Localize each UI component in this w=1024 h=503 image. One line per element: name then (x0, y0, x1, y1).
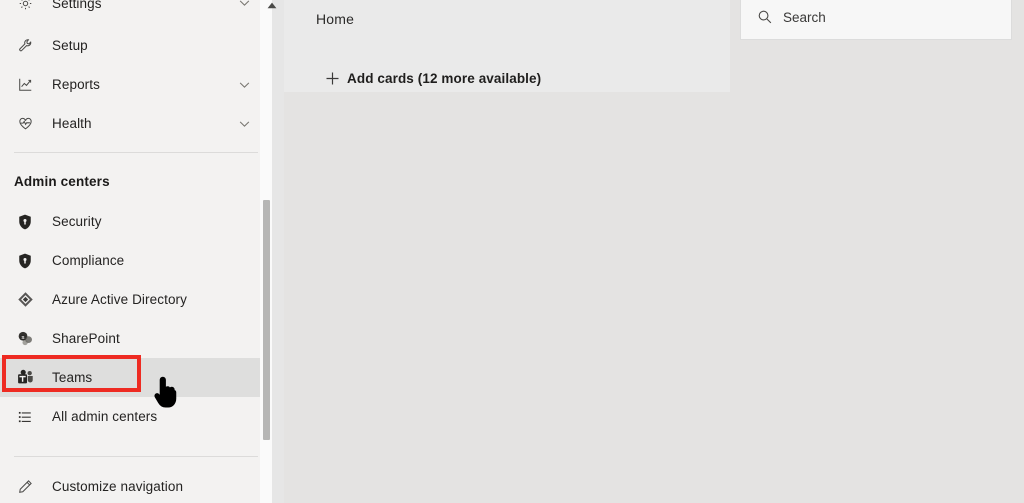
sidebar-item-label: Setup (52, 38, 88, 53)
sidebar-item-setup[interactable]: Setup (0, 26, 272, 65)
search-icon (757, 9, 773, 25)
scroll-up-arrow-icon[interactable] (266, 2, 278, 12)
sidebar-item-teams[interactable]: Teams (0, 358, 272, 397)
sidebar-item-label: Teams (52, 370, 93, 385)
sidebar-item-customize-navigation[interactable]: Customize navigation (0, 467, 272, 503)
sidebar-item-label: Settings (52, 0, 102, 11)
sidebar-item-all-admin-centers[interactable]: All admin centers (0, 397, 272, 436)
sharepoint-icon: S (14, 328, 36, 350)
shield-lock-icon (14, 211, 36, 233)
sidebar-item-label: Compliance (52, 253, 125, 268)
sidebar-divider-top (14, 152, 258, 153)
search-box[interactable] (740, 0, 1012, 40)
sidebar-item-health[interactable]: Health (0, 104, 272, 143)
teams-icon (14, 367, 36, 389)
sidebar-item-settings[interactable]: Settings (0, 0, 272, 17)
svg-text:S: S (21, 335, 24, 341)
list-icon (14, 406, 36, 428)
wrench-icon (14, 35, 36, 57)
sidebar-item-label: Security (52, 214, 102, 229)
sidebar-item-label: Health (52, 116, 92, 131)
chevron-down-icon[interactable] (239, 81, 250, 88)
pencil-icon (14, 476, 36, 498)
sidebar-item-azure-active-directory[interactable]: Azure Active Directory (0, 280, 272, 319)
sidebar-item-reports[interactable]: Reports (0, 65, 272, 104)
add-cards-button[interactable]: Add cards (12 more available) (324, 70, 541, 86)
sidebar-scrollbar-track[interactable] (260, 0, 272, 503)
sidebar-item-security[interactable]: Security (0, 202, 272, 241)
sidebar-item-label: All admin centers (52, 409, 158, 424)
sidebar-item-compliance[interactable]: Compliance (0, 241, 272, 280)
sidebar-item-label: SharePoint (52, 331, 120, 346)
page-title: Home (316, 11, 355, 27)
sidebar-scrollbar-thumb[interactable] (263, 200, 270, 440)
add-cards-label: Add cards (12 more available) (347, 70, 542, 86)
sidebar-item-label: Reports (52, 77, 100, 92)
sidebar-item-label: Customize navigation (52, 479, 184, 494)
chevron-down-icon[interactable] (239, 0, 250, 7)
plus-icon (324, 70, 340, 86)
azure-ad-icon (14, 289, 36, 311)
chart-icon (14, 74, 36, 96)
heart-pulse-icon (14, 113, 36, 135)
sidebar-section-admin-centers: Admin centers (14, 174, 110, 189)
sidebar-divider-bottom (14, 456, 258, 457)
chevron-down-icon[interactable] (239, 120, 250, 127)
gear-icon (14, 0, 36, 14)
sidebar-item-sharepoint[interactable]: S SharePoint (0, 319, 272, 358)
search-input[interactable] (783, 9, 983, 25)
app-root: Settings Setup Reports Health Admin cent… (0, 0, 1024, 503)
main-content-area: Home Add cards (12 more available) (284, 0, 1024, 503)
left-navigation-sidebar: Settings Setup Reports Health Admin cent… (0, 0, 272, 503)
sidebar-item-label: Azure Active Directory (52, 292, 187, 307)
shield-lock-icon (14, 250, 36, 272)
